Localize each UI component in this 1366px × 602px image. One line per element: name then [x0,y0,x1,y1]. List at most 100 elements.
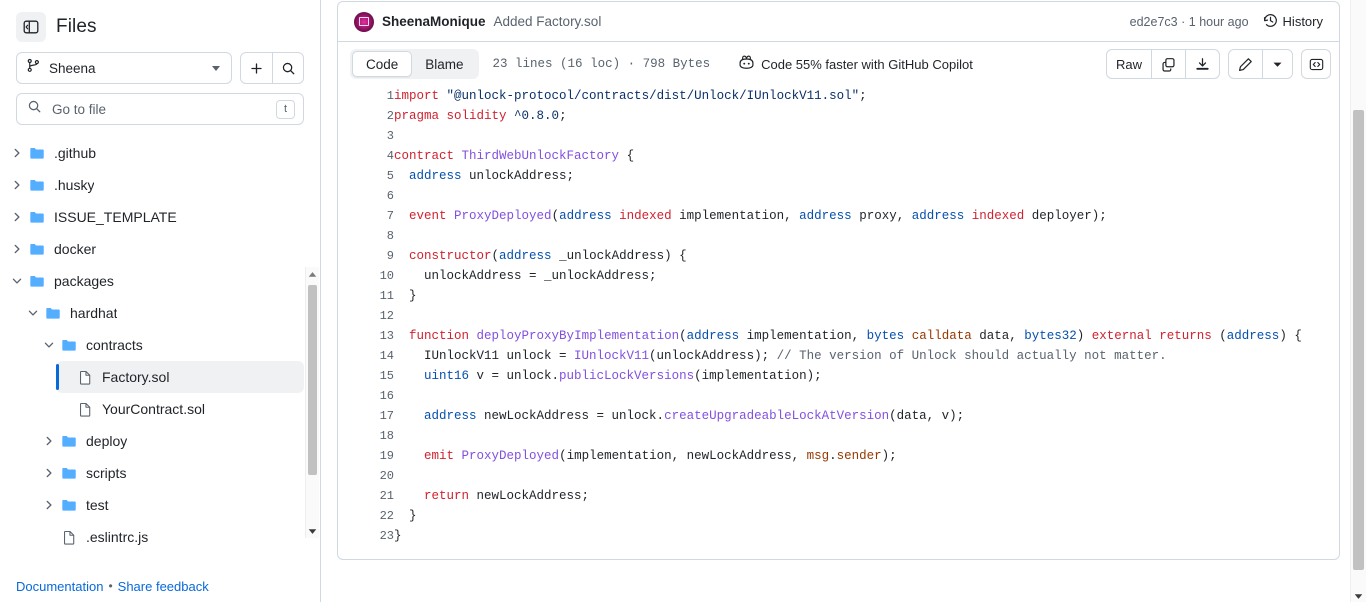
line-content[interactable] [394,126,1339,146]
pencil-icon[interactable] [1229,50,1262,78]
line-content[interactable] [394,306,1339,326]
tree-item-husky[interactable]: .husky [8,169,304,201]
go-to-file-field[interactable]: t [16,93,304,125]
line-content[interactable]: pragma solidity ^0.8.0; [394,106,1339,126]
share-feedback-link[interactable]: Share feedback [118,579,209,594]
chevron-down-icon[interactable] [40,339,58,351]
sidebar-scrollbar-thumb[interactable] [308,285,317,475]
line-content[interactable]: import "@unlock-protocol/contracts/dist/… [394,86,1339,106]
line-content[interactable]: } [394,526,1339,546]
line-number[interactable]: 14 [338,346,394,366]
line-content[interactable]: event ProxyDeployed(address indexed impl… [394,206,1339,226]
line-content[interactable]: address newLockAddress = unlock.createUp… [394,406,1339,426]
chevron-down-icon[interactable] [24,307,42,319]
line-content[interactable] [394,426,1339,446]
tree-item-eslintrc-js[interactable]: .eslintrc.js [40,521,304,553]
search-icon[interactable] [272,53,303,83]
branch-selector[interactable]: Sheena [16,52,232,84]
scroll-up-arrow-icon[interactable] [306,267,319,281]
line-content[interactable]: unlockAddress = _unlockAddress; [394,266,1339,286]
chevron-down-icon[interactable] [1262,50,1292,78]
avatar[interactable] [354,11,374,32]
line-number[interactable]: 23 [338,526,394,546]
tree-item-issue-template[interactable]: ISSUE_TEMPLATE [8,201,304,233]
chevron-right-icon[interactable] [40,467,58,479]
line-number[interactable]: 9 [338,246,394,266]
tree-item-github[interactable]: .github [8,137,304,169]
line-number[interactable]: 2 [338,106,394,126]
line-number[interactable]: 7 [338,206,394,226]
line-content[interactable]: constructor(address _unlockAddress) { [394,246,1339,266]
tree-item-deploy[interactable]: deploy [40,425,304,457]
chevron-right-icon[interactable] [40,435,58,447]
line-number[interactable]: 19 [338,446,394,466]
line-content[interactable]: IUnlockV11 unlock = IUnlockV11(unlockAdd… [394,346,1339,366]
line-number[interactable]: 17 [338,406,394,426]
line-number[interactable]: 5 [338,166,394,186]
code-viewer[interactable]: 1 import "@unlock-protocol/contracts/dist… [338,86,1339,559]
scroll-down-arrow-icon[interactable] [1351,593,1366,600]
line-number[interactable]: 22 [338,506,394,526]
tree-item-hardhat[interactable]: hardhat [24,297,304,329]
code-brackets-icon[interactable] [1301,49,1331,79]
tree-item-packages[interactable]: packages [8,265,304,297]
documentation-link[interactable]: Documentation [16,579,103,594]
line-number[interactable]: 18 [338,426,394,446]
commit-sha[interactable]: ed2e7c3 [1130,15,1178,29]
chevron-down-icon[interactable] [8,275,26,287]
tree-item-yourcontract-sol[interactable]: YourContract.sol [56,393,304,425]
page-scrollbar[interactable] [1350,0,1366,602]
line-number[interactable]: 16 [338,386,394,406]
line-number[interactable]: 12 [338,306,394,326]
download-icon[interactable] [1185,50,1219,78]
line-content[interactable]: contract ThirdWebUnlockFactory { [394,146,1339,166]
line-number[interactable]: 13 [338,326,394,346]
line-content[interactable] [394,186,1339,206]
line-number[interactable]: 8 [338,226,394,246]
line-number[interactable]: 6 [338,186,394,206]
tab-blame[interactable]: Blame [412,51,476,77]
sidebar-scrollbar[interactable] [305,267,319,538]
line-content[interactable]: emit ProxyDeployed(implementation, newLo… [394,446,1339,466]
tree-item-docker[interactable]: docker [8,233,304,265]
sidebar-collapse-icon[interactable] [16,11,46,42]
line-content[interactable]: } [394,506,1339,526]
chevron-right-icon[interactable] [8,211,26,223]
line-content[interactable] [394,386,1339,406]
line-number[interactable]: 21 [338,486,394,506]
tree-item-factory-sol[interactable]: Factory.sol [56,361,304,393]
line-number[interactable]: 4 [338,146,394,166]
add-file-button[interactable] [241,53,272,83]
line-content[interactable]: uint16 v = unlock.publicLockVersions(imp… [394,366,1339,386]
line-content[interactable]: } [394,286,1339,306]
chevron-right-icon[interactable] [40,499,58,511]
go-to-file-input[interactable] [50,100,268,118]
scroll-down-arrow-icon[interactable] [306,524,319,538]
tree-item-contracts[interactable]: contracts [40,329,304,361]
line-content[interactable]: address unlockAddress; [394,166,1339,186]
line-content[interactable] [394,226,1339,246]
line-number[interactable]: 10 [338,266,394,286]
commit-message[interactable]: Added Factory.sol [494,14,602,29]
line-content[interactable]: function deployProxyByImplementation(add… [394,326,1339,346]
raw-button[interactable]: Raw [1107,50,1151,78]
chevron-right-icon[interactable] [8,147,26,159]
line-number[interactable]: 20 [338,466,394,486]
line-number[interactable]: 3 [338,126,394,146]
line-number[interactable]: 15 [338,366,394,386]
chevron-right-icon[interactable] [8,243,26,255]
chevron-right-icon[interactable] [8,179,26,191]
tree-item-test[interactable]: test [40,489,304,521]
line-number[interactable]: 11 [338,286,394,306]
search-icon [27,99,42,119]
line-number[interactable]: 1 [338,86,394,106]
page-scrollbar-thumb[interactable] [1353,110,1364,570]
tab-code[interactable]: Code [352,51,413,77]
line-content[interactable] [394,466,1339,486]
commit-author[interactable]: SheenaMonique [382,14,486,29]
history-button[interactable]: History [1263,13,1323,31]
tree-item-scripts[interactable]: scripts [40,457,304,489]
copy-icon[interactable] [1151,50,1185,78]
line-content[interactable]: return newLockAddress; [394,486,1339,506]
copilot-promo[interactable]: Code 55% faster with GitHub Copilot [738,54,973,74]
